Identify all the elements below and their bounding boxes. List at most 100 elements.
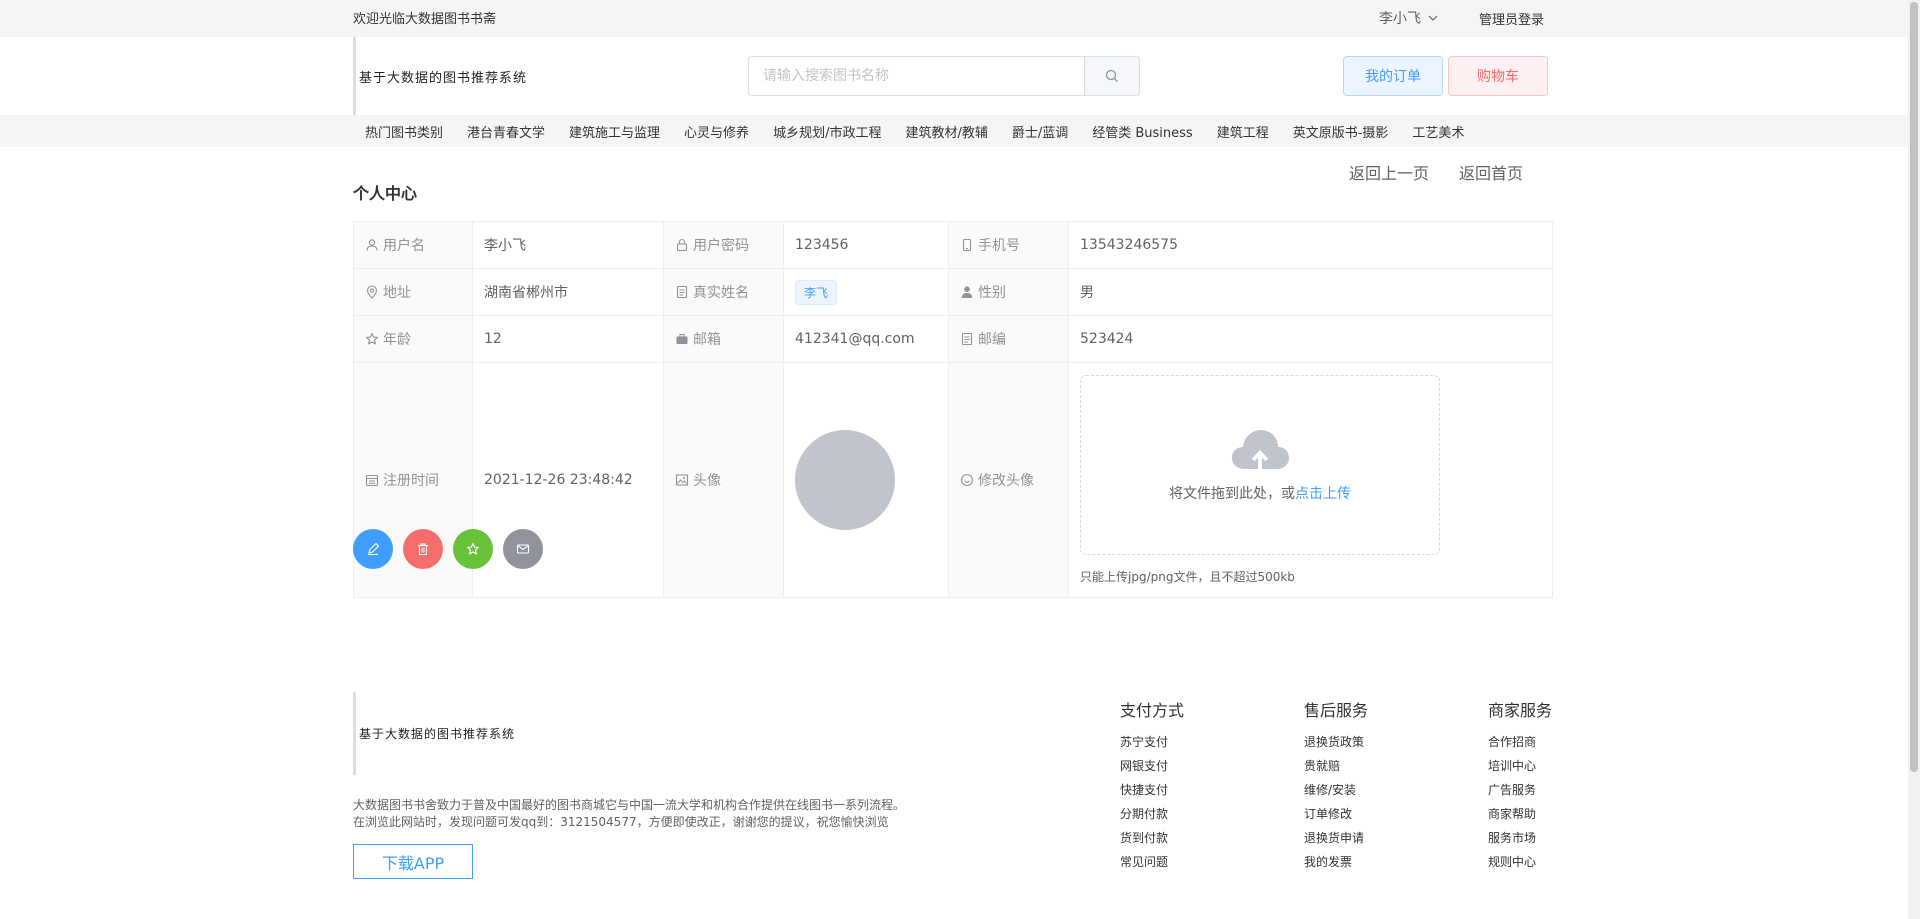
footer-link[interactable]: 贵就赔 bbox=[1304, 754, 1368, 778]
site-logo[interactable]: 基于大数据的图书推荐系统 bbox=[353, 37, 527, 115]
message-button[interactable] bbox=[503, 529, 543, 569]
footer-link[interactable]: 苏宁支付 bbox=[1120, 730, 1184, 754]
smile-icon bbox=[960, 473, 974, 487]
category-item[interactable]: 城乡规划/市政工程 bbox=[761, 122, 893, 141]
category-item[interactable]: 经管类 Business bbox=[1080, 122, 1204, 141]
category-item[interactable]: 建筑施工与监理 bbox=[557, 122, 672, 141]
table-row: 地址 湖南省郴州市 真实姓名 李飞 性别 男 bbox=[353, 268, 1553, 316]
star-icon bbox=[466, 542, 480, 555]
star-icon bbox=[365, 332, 379, 345]
footer-column-title: 支付方式 bbox=[1120, 701, 1185, 720]
username-label: 用户名 bbox=[353, 221, 473, 269]
my-orders-button[interactable]: 我的订单 bbox=[1343, 56, 1443, 96]
phone-value: 13543246575 bbox=[1068, 221, 1553, 269]
label-text: 手机号 bbox=[978, 238, 1020, 254]
search-icon bbox=[1105, 69, 1119, 82]
avatar-uploader[interactable]: 将文件拖到此处，或点击上传 bbox=[1080, 375, 1440, 555]
footer-link[interactable]: 货到付款 bbox=[1120, 826, 1184, 850]
category-item[interactable]: 心灵与修养 bbox=[672, 122, 761, 141]
avatar bbox=[795, 430, 895, 530]
briefcase-icon bbox=[676, 333, 688, 344]
category-item[interactable]: 建筑工程 bbox=[1205, 122, 1281, 141]
category-item[interactable]: 爵士/蓝调 bbox=[1000, 122, 1080, 141]
gender-label: 性别 bbox=[948, 268, 1069, 316]
footer-link[interactable]: 快捷支付 bbox=[1120, 778, 1184, 802]
table-row: 年龄 12 邮箱 412341@qq.com 邮编 523424 bbox=[353, 315, 1553, 363]
change-avatar-label: 修改头像 bbox=[948, 362, 1069, 598]
email-label: 邮箱 bbox=[663, 315, 784, 363]
welcome-text: 欢迎光临大数据图书书斋 bbox=[353, 12, 497, 27]
action-buttons bbox=[353, 529, 543, 569]
footer-link[interactable]: 分期付款 bbox=[1120, 802, 1184, 826]
label-text: 用户名 bbox=[383, 238, 425, 254]
person-icon bbox=[961, 286, 973, 298]
footer-link[interactable]: 广告服务 bbox=[1488, 778, 1552, 802]
footer-link[interactable]: 我的发票 bbox=[1304, 850, 1368, 874]
calendar-icon bbox=[365, 474, 379, 487]
upload-hint: 将文件拖到此处，或点击上传 bbox=[1169, 483, 1351, 503]
search-button[interactable] bbox=[1084, 56, 1140, 96]
footer-column-title: 售后服务 bbox=[1304, 701, 1369, 720]
mail-icon bbox=[516, 544, 530, 554]
footer-link[interactable]: 网银支付 bbox=[1120, 754, 1184, 778]
realname-tag: 李飞 bbox=[795, 279, 838, 305]
home-button[interactable]: 返回首页 bbox=[1459, 160, 1523, 184]
avatar-label: 头像 bbox=[663, 362, 784, 598]
upload-cell: 将文件拖到此处，或点击上传 只能上传jpg/png文件，且不超过500kb bbox=[1068, 362, 1553, 598]
footer-link[interactable]: 规则中心 bbox=[1488, 850, 1552, 874]
upload-text: 将文件拖到此处，或 bbox=[1169, 486, 1295, 502]
footer-link[interactable]: 服务市场 bbox=[1488, 826, 1552, 850]
user-icon bbox=[366, 239, 378, 251]
download-app-button[interactable]: 下载APP bbox=[353, 844, 473, 879]
age-label: 年龄 bbox=[353, 315, 473, 363]
search-bar bbox=[748, 56, 1140, 96]
page-title: 个人中心 bbox=[353, 184, 418, 203]
category-item[interactable]: 港台青春文学 bbox=[455, 122, 557, 141]
footer-link[interactable]: 退换货政策 bbox=[1304, 730, 1368, 754]
footer-link[interactable]: 常见问题 bbox=[1120, 850, 1184, 874]
footer-link[interactable]: 商家帮助 bbox=[1488, 802, 1552, 826]
document-icon bbox=[676, 285, 688, 299]
upload-cloud-icon bbox=[1231, 430, 1289, 471]
scrollbar[interactable] bbox=[1908, 0, 1920, 919]
footer: 基于大数据的图书推荐系统 大数据图书书舍致力于普及中国最好的图书商城它与中国一流… bbox=[353, 692, 1553, 892]
footer-link[interactable]: 维修/安装 bbox=[1304, 778, 1368, 802]
age-value: 12 bbox=[472, 315, 664, 363]
phone-label: 手机号 bbox=[948, 221, 1069, 269]
footer-column-after-sales: 售后服务 退换货政策 贵就赔 维修/安装 订单修改 退换货申请 我的发票 bbox=[1304, 697, 1368, 874]
footer-desc-line: 在浏览此网站时，发现问题可发qq到：3121504577，方便即使改正，谢谢您的… bbox=[353, 815, 889, 829]
delete-button[interactable] bbox=[403, 529, 443, 569]
label-text: 用户密码 bbox=[693, 238, 749, 254]
scrollbar-thumb[interactable] bbox=[1910, 2, 1918, 772]
footer-link[interactable]: 退换货申请 bbox=[1304, 826, 1368, 850]
password-value: 123456 bbox=[783, 221, 949, 269]
location-icon bbox=[366, 285, 378, 299]
category-item[interactable]: 建筑教材/教辅 bbox=[893, 122, 999, 141]
label-text: 邮编 bbox=[978, 332, 1006, 348]
cart-button[interactable]: 购物车 bbox=[1448, 56, 1548, 96]
category-nav: 热门图书类别 港台青春文学 建筑施工与监理 心灵与修养 城乡规划/市政工程 建筑… bbox=[0, 115, 1920, 147]
address-label: 地址 bbox=[353, 268, 473, 316]
footer-link[interactable]: 合作招商 bbox=[1488, 730, 1552, 754]
footer-link[interactable]: 培训中心 bbox=[1488, 754, 1552, 778]
upload-tip: 只能上传jpg/png文件，且不超过500kb bbox=[1080, 570, 1295, 584]
favorite-button[interactable] bbox=[453, 529, 493, 569]
category-item[interactable]: 英文原版书-摄影 bbox=[1281, 122, 1401, 141]
header: 基于大数据的图书推荐系统 我的订单 购物车 bbox=[0, 37, 1920, 115]
category-item[interactable]: 热门图书类别 bbox=[353, 122, 455, 141]
realname-value: 李飞 bbox=[783, 268, 949, 316]
user-dropdown[interactable]: 李小飞 bbox=[1379, 8, 1439, 28]
edit-button[interactable] bbox=[353, 529, 393, 569]
search-input[interactable] bbox=[748, 56, 1085, 96]
chevron-down-icon bbox=[1428, 15, 1438, 21]
admin-login-link[interactable]: 管理员登录 bbox=[1479, 9, 1544, 28]
back-button[interactable]: 返回上一页 bbox=[1349, 160, 1429, 184]
gender-value: 男 bbox=[1068, 268, 1553, 316]
lock-icon bbox=[676, 238, 688, 252]
label-text: 真实姓名 bbox=[693, 285, 749, 301]
upload-link[interactable]: 点击上传 bbox=[1295, 486, 1351, 502]
footer-link[interactable]: 订单修改 bbox=[1304, 802, 1368, 826]
footer-desc-line: 大数据图书书舍致力于普及中国最好的图书商城它与中国一流大学和机构合作提供在线图书… bbox=[353, 798, 906, 812]
category-item[interactable]: 工艺美术 bbox=[1400, 122, 1476, 141]
label-text: 邮箱 bbox=[693, 332, 721, 348]
